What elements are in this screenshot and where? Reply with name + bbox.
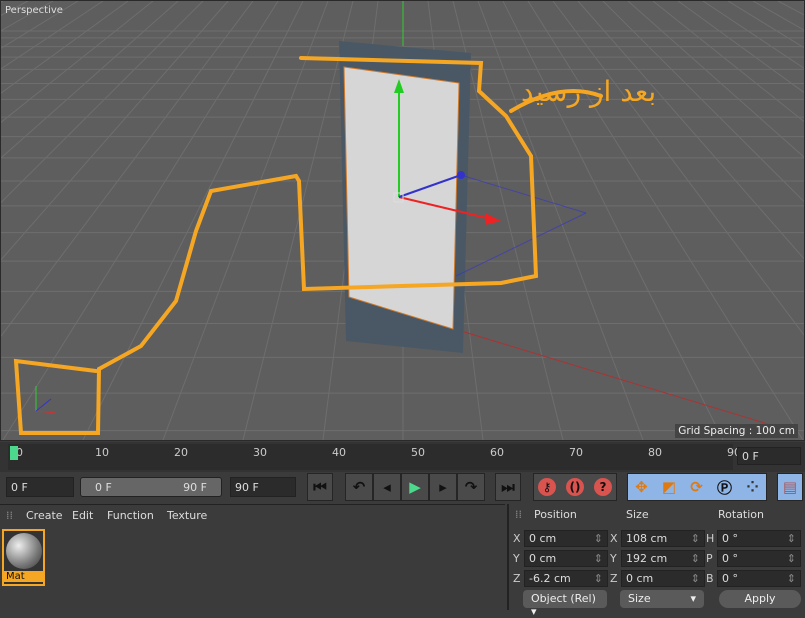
field-value: 0 °	[722, 552, 738, 565]
menu-create[interactable]: Create	[26, 509, 63, 522]
field-value: 0 °	[722, 572, 738, 585]
material-name: Mat	[4, 571, 43, 582]
playback-controls: 0 F 0 F 90 F 90 F ⏮ ↶ ◂ ▶ ▸ ↷ ⏭ ⚷ ()? ✥ ◩ ⟳ Ⓟ…	[0, 472, 805, 502]
axis-label: Y	[610, 552, 617, 565]
axis-label: Z	[610, 572, 618, 585]
menu-texture[interactable]: Texture	[167, 509, 207, 522]
axis-label: P	[706, 552, 713, 565]
world-x-axis	[461, 331, 791, 431]
material-manager: ⁞⁞ Create Edit Function Texture Mat	[0, 504, 505, 610]
menu-edit[interactable]: Edit	[72, 509, 93, 522]
timeline-ruler[interactable]: 0102030405060708090	[0, 442, 805, 472]
end-frame-field[interactable]: 90 F	[230, 477, 296, 497]
prev-key-button[interactable]: ↶	[345, 473, 373, 501]
annotation-text: بعد از رسید	[521, 75, 656, 108]
start-frame-field[interactable]: 0 F	[6, 477, 74, 497]
next-key-button[interactable]: ↷	[457, 473, 485, 501]
rotate-key-icon[interactable]: ⟳	[690, 478, 703, 496]
playhead[interactable]	[10, 446, 18, 460]
range-end: 90 F	[183, 481, 207, 494]
hand-annotation	[16, 58, 601, 433]
field-value: 0 °	[722, 532, 738, 545]
scene-canvas: بعد از رسید	[1, 1, 804, 440]
tick-label: 10	[95, 446, 109, 459]
keyframe-selection-icon[interactable]: ?	[594, 478, 612, 496]
p-field[interactable]: -6.2 cm⇕	[524, 570, 608, 587]
autokey-icon[interactable]: ()	[566, 478, 584, 496]
tick-label: 40	[332, 446, 346, 459]
grid-spacing-label: Grid Spacing : 100 cm	[675, 424, 798, 438]
menu-function[interactable]: Function	[107, 509, 154, 522]
size-header: Size	[626, 508, 649, 521]
position-header: Position	[534, 508, 577, 521]
r-field[interactable]: 0 °⇕	[717, 530, 801, 547]
axis-label: B	[706, 572, 714, 585]
range-slider[interactable]: 0 F 90 F	[80, 477, 222, 497]
record-buttons: ⚷ ()?	[533, 473, 617, 501]
size-mode-value: Size	[628, 592, 651, 605]
tick-label: 30	[253, 446, 267, 459]
coordinate-mode-dropdown[interactable]: Object (Rel) ▾	[523, 590, 607, 608]
tick-label: 50	[411, 446, 425, 459]
apply-button[interactable]: Apply	[719, 590, 801, 608]
key-mode-buttons: ✥ ◩ ⟳ Ⓟ ⁘	[627, 473, 767, 501]
r-field[interactable]: 0 °⇕	[717, 550, 801, 567]
coordinates-manager: ⁞⁞ Position Size Rotation X0 cm⇕X108 cm⇕…	[507, 504, 805, 610]
grip-icon: ⁞⁞	[515, 508, 522, 521]
step-back-button[interactable]: ◂	[373, 473, 401, 501]
scale-key-icon[interactable]: ◩	[662, 478, 676, 496]
record-key-icon[interactable]: ⚷	[538, 478, 556, 496]
grip-icon: ⁞⁞	[6, 509, 13, 522]
material-thumbnail[interactable]: Mat	[2, 529, 45, 586]
rotation-header: Rotation	[718, 508, 764, 521]
tick-label: 80	[648, 446, 662, 459]
axis-label: Z	[513, 572, 521, 585]
field-value: 192 cm	[626, 552, 667, 565]
p-field[interactable]: 0 cm⇕	[524, 550, 608, 567]
size-mode-dropdown[interactable]: Size▾	[620, 590, 704, 608]
axis-label: H	[706, 532, 714, 545]
axis-label: Y	[513, 552, 520, 565]
go-to-start-button[interactable]: ⏮	[307, 473, 333, 501]
field-value: 108 cm	[626, 532, 667, 545]
go-to-end-button[interactable]: ⏭	[495, 473, 521, 501]
p-field[interactable]: 0 cm⇕	[524, 530, 608, 547]
current-frame-field[interactable]: 0 F	[737, 447, 801, 465]
tick-label: 60	[490, 446, 504, 459]
move-key-icon[interactable]: ✥	[635, 478, 648, 496]
axis-label: X	[513, 532, 521, 545]
perspective-viewport[interactable]: بعد از رسید Perspective Grid Spacing : 1…	[0, 0, 805, 441]
s-field[interactable]: 192 cm⇕	[621, 550, 705, 567]
axis-label: X	[610, 532, 618, 545]
field-value: -6.2 cm	[529, 572, 571, 585]
tick-label: 20	[174, 446, 188, 459]
field-value: 0 cm	[529, 552, 556, 565]
s-field[interactable]: 108 cm⇕	[621, 530, 705, 547]
tick-label: 70	[569, 446, 583, 459]
field-value: 0 cm	[529, 532, 556, 545]
step-forward-button[interactable]: ▸	[429, 473, 457, 501]
viewport-label: Perspective	[5, 5, 63, 16]
timeline-icon[interactable]: ▤	[777, 473, 803, 501]
axis-indicator-icon	[36, 386, 56, 413]
material-sphere-icon	[6, 533, 42, 569]
pla-key-icon[interactable]: ⁘	[746, 478, 759, 496]
range-start: 0 F	[95, 481, 112, 494]
r-field[interactable]: 0 °⇕	[717, 570, 801, 587]
field-value: 0 cm	[626, 572, 653, 585]
coordinate-mode-value: Object (Rel)	[531, 592, 596, 605]
s-field[interactable]: 0 cm⇕	[621, 570, 705, 587]
play-button[interactable]: ▶	[401, 473, 429, 501]
param-key-icon[interactable]: Ⓟ	[717, 477, 732, 498]
